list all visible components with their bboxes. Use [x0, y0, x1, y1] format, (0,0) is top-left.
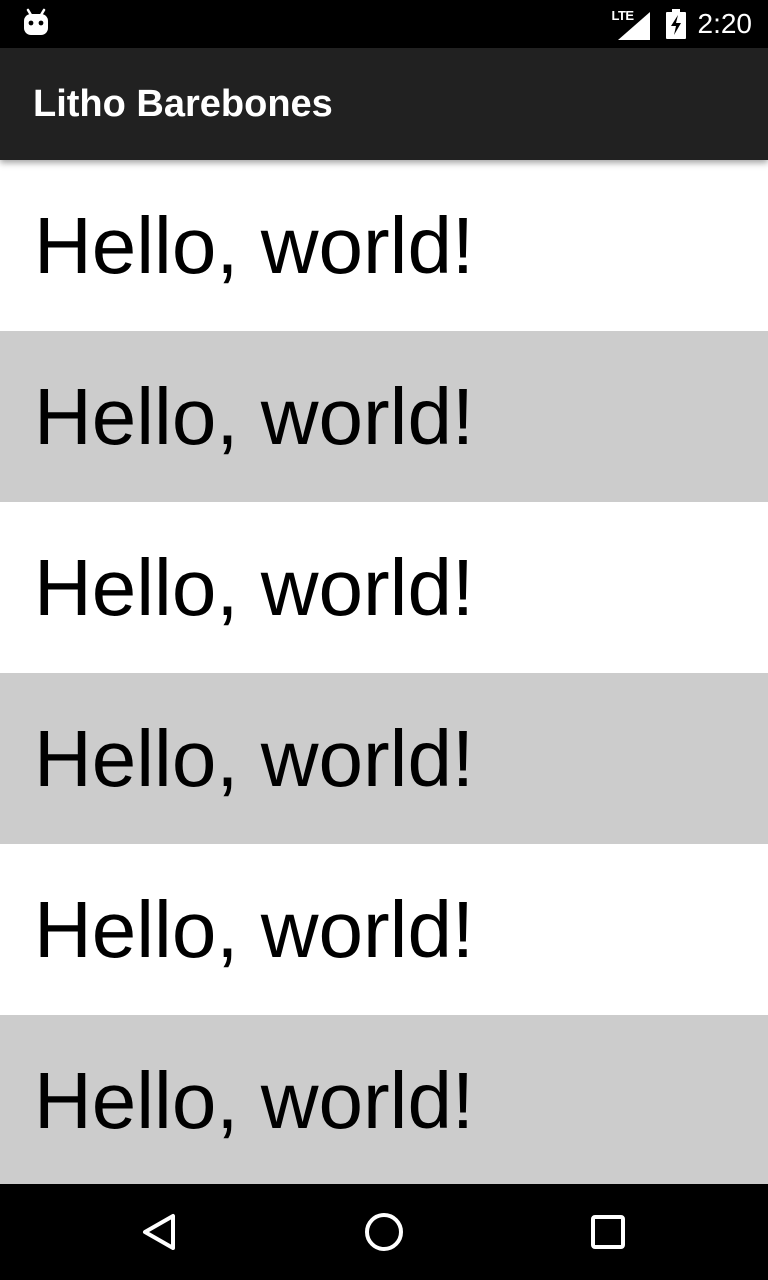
back-button[interactable] — [136, 1208, 184, 1256]
battery-charging-icon — [665, 9, 686, 39]
app-title: Litho Barebones — [33, 83, 333, 125]
list-item[interactable]: Hello, world! — [0, 844, 768, 1015]
status-clock: 2:20 — [697, 8, 753, 39]
list-item[interactable]: Hello, world! — [0, 673, 768, 844]
list-item[interactable]: Hello, world! — [0, 160, 768, 331]
status-bar: LTE 2:20 — [0, 0, 768, 48]
status-indicators: LTE 2:20 — [612, 0, 753, 48]
lte-signal-indicator: LTE — [612, 8, 652, 40]
list-item-text: Hello, world! — [34, 884, 475, 974]
list-item-text: Hello, world! — [34, 542, 475, 632]
list-item-text: Hello, world! — [34, 713, 475, 803]
list-item-text: Hello, world! — [34, 371, 475, 461]
app-toolbar: Litho Barebones — [0, 48, 768, 160]
list-item[interactable]: Hello, world! — [0, 502, 768, 673]
home-button[interactable] — [360, 1208, 408, 1256]
home-circle-icon — [365, 1213, 403, 1251]
list-item[interactable]: Hello, world! — [0, 331, 768, 502]
recents-square-icon — [591, 1215, 625, 1249]
android-notification-icon — [22, 8, 50, 38]
navigation-bar — [0, 1184, 768, 1280]
back-triangle-icon — [143, 1214, 175, 1250]
list-item-text: Hello, world! — [34, 200, 475, 290]
recents-button[interactable] — [584, 1208, 632, 1256]
hello-list[interactable]: Hello, world! Hello, world! Hello, world… — [0, 160, 768, 1184]
list-item-text: Hello, world! — [34, 1055, 475, 1145]
list-item[interactable]: Hello, world! — [0, 1015, 768, 1184]
signal-strength-icon — [617, 12, 650, 40]
